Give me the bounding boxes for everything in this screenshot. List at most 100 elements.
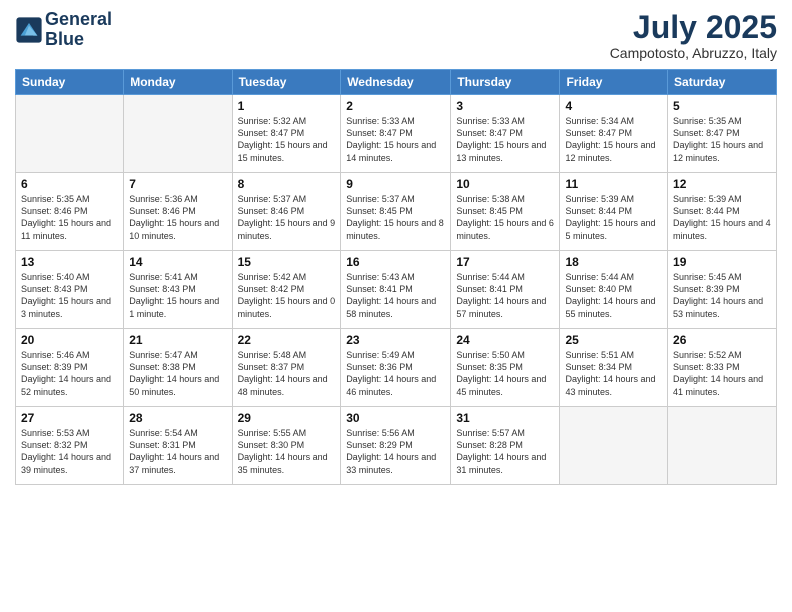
calendar-week-row: 13Sunrise: 5:40 AM Sunset: 8:43 PM Dayli… (16, 251, 777, 329)
calendar-day-cell (560, 407, 668, 485)
logo-line2: Blue (45, 30, 112, 50)
day-number: 6 (21, 177, 118, 191)
calendar-day-cell: 8Sunrise: 5:37 AM Sunset: 8:46 PM Daylig… (232, 173, 341, 251)
day-number: 27 (21, 411, 118, 425)
day-number: 23 (346, 333, 445, 347)
day-info: Sunrise: 5:44 AM Sunset: 8:40 PM Dayligh… (565, 271, 662, 320)
day-of-week-header: Thursday (451, 70, 560, 95)
day-info: Sunrise: 5:35 AM Sunset: 8:46 PM Dayligh… (21, 193, 118, 242)
calendar-day-cell: 31 Sunrise: 5:57 AM Sunset: 8:28 PM Dayli… (451, 407, 560, 485)
calendar-day-cell: 9 Sunrise: 5:37 AM Sunset: 8:45 PM Daylig… (341, 173, 451, 251)
day-info: Sunrise: 5:52 AM Sunset: 8:33 PM Dayligh… (673, 349, 771, 398)
day-info: Sunrise: 5:47 AM Sunset: 8:38 PM Dayligh… (129, 349, 226, 398)
day-of-week-header: Friday (560, 70, 668, 95)
day-info: Sunrise: 5:48 AM Sunset: 8:37 PM Dayligh… (238, 349, 336, 398)
day-number: 7 (129, 177, 226, 191)
calendar-day-cell: 2Sunrise: 5:33 AM Sunset: 8:47 PM Daylig… (341, 95, 451, 173)
calendar-day-cell: 18 Sunrise: 5:44 AM Sunset: 8:40 PM Dayli… (560, 251, 668, 329)
calendar-day-cell: 15 Sunrise: 5:42 AM Sunset: 8:42 PM Dayli… (232, 251, 341, 329)
day-number: 22 (238, 333, 336, 347)
calendar-day-cell: 20Sunrise: 5:46 AM Sunset: 8:39 PM Dayli… (16, 329, 124, 407)
day-info: Sunrise: 5:41 AM Sunset: 8:43 PM Dayligh… (129, 271, 226, 320)
month-title: July 2025 (610, 10, 777, 45)
logo-line1: General (45, 10, 112, 30)
day-info: Sunrise: 5:33 AM Sunset: 8:47 PM Dayligh… (346, 115, 445, 164)
calendar-week-row: 27 Sunrise: 5:53 AM Sunset: 8:32 PM Dayli… (16, 407, 777, 485)
logo: General Blue (15, 10, 112, 50)
day-info: Sunrise: 5:53 AM Sunset: 8:32 PM Dayligh… (21, 427, 118, 476)
day-info: Sunrise: 5:37 AM Sunset: 8:45 PM Dayligh… (346, 193, 445, 242)
calendar-day-cell: 30 Sunrise: 5:56 AM Sunset: 8:29 PM Dayli… (341, 407, 451, 485)
day-info: Sunrise: 5:38 AM Sunset: 8:45 PM Dayligh… (456, 193, 554, 242)
day-info: Sunrise: 5:42 AM Sunset: 8:42 PM Dayligh… (238, 271, 336, 320)
day-number: 17 (456, 255, 554, 269)
calendar-day-cell: 10Sunrise: 5:38 AM Sunset: 8:45 PM Dayli… (451, 173, 560, 251)
day-number: 31 (456, 411, 554, 425)
day-number: 1 (238, 99, 336, 113)
calendar-day-cell: 25Sunrise: 5:51 AM Sunset: 8:34 PM Dayli… (560, 329, 668, 407)
calendar-day-cell: 3 Sunrise: 5:33 AM Sunset: 8:47 PM Daylig… (451, 95, 560, 173)
day-info: Sunrise: 5:33 AM Sunset: 8:47 PM Dayligh… (456, 115, 554, 164)
day-number: 28 (129, 411, 226, 425)
day-number: 19 (673, 255, 771, 269)
day-number: 18 (565, 255, 662, 269)
calendar-day-cell: 26 Sunrise: 5:52 AM Sunset: 8:33 PM Dayli… (668, 329, 777, 407)
calendar-day-cell: 4Sunrise: 5:34 AM Sunset: 8:47 PM Daylig… (560, 95, 668, 173)
day-info: Sunrise: 5:44 AM Sunset: 8:41 PM Dayligh… (456, 271, 554, 320)
calendar-day-cell (16, 95, 124, 173)
day-number: 24 (456, 333, 554, 347)
day-number: 13 (21, 255, 118, 269)
day-of-week-header: Tuesday (232, 70, 341, 95)
day-number: 12 (673, 177, 771, 191)
calendar-day-cell: 7 Sunrise: 5:36 AM Sunset: 8:46 PM Daylig… (124, 173, 232, 251)
calendar: SundayMondayTuesdayWednesdayThursdayFrid… (15, 69, 777, 485)
calendar-day-cell: 5 Sunrise: 5:35 AM Sunset: 8:47 PM Daylig… (668, 95, 777, 173)
calendar-day-cell: 13Sunrise: 5:40 AM Sunset: 8:43 PM Dayli… (16, 251, 124, 329)
day-number: 11 (565, 177, 662, 191)
calendar-week-row: 1 Sunrise: 5:32 AM Sunset: 8:47 PM Daylig… (16, 95, 777, 173)
day-info: Sunrise: 5:34 AM Sunset: 8:47 PM Dayligh… (565, 115, 662, 164)
calendar-day-cell (668, 407, 777, 485)
day-number: 5 (673, 99, 771, 113)
location-subtitle: Campotosto, Abruzzo, Italy (610, 45, 777, 61)
calendar-day-cell (124, 95, 232, 173)
calendar-day-cell: 21Sunrise: 5:47 AM Sunset: 8:38 PM Dayli… (124, 329, 232, 407)
calendar-day-cell: 1 Sunrise: 5:32 AM Sunset: 8:47 PM Daylig… (232, 95, 341, 173)
day-number: 20 (21, 333, 118, 347)
header: General Blue July 2025 Campotosto, Abruz… (15, 10, 777, 61)
day-number: 14 (129, 255, 226, 269)
logo-icon (15, 16, 43, 44)
day-info: Sunrise: 5:55 AM Sunset: 8:30 PM Dayligh… (238, 427, 336, 476)
day-number: 15 (238, 255, 336, 269)
calendar-day-cell: 23 Sunrise: 5:49 AM Sunset: 8:36 PM Dayli… (341, 329, 451, 407)
day-info: Sunrise: 5:35 AM Sunset: 8:47 PM Dayligh… (673, 115, 771, 164)
calendar-day-cell: 28Sunrise: 5:54 AM Sunset: 8:31 PM Dayli… (124, 407, 232, 485)
day-info: Sunrise: 5:56 AM Sunset: 8:29 PM Dayligh… (346, 427, 445, 476)
day-info: Sunrise: 5:57 AM Sunset: 8:28 PM Dayligh… (456, 427, 554, 476)
calendar-day-cell: 24Sunrise: 5:50 AM Sunset: 8:35 PM Dayli… (451, 329, 560, 407)
day-info: Sunrise: 5:49 AM Sunset: 8:36 PM Dayligh… (346, 349, 445, 398)
logo-text: General Blue (45, 10, 112, 50)
day-number: 30 (346, 411, 445, 425)
day-info: Sunrise: 5:39 AM Sunset: 8:44 PM Dayligh… (673, 193, 771, 242)
day-number: 9 (346, 177, 445, 191)
calendar-day-cell: 16Sunrise: 5:43 AM Sunset: 8:41 PM Dayli… (341, 251, 451, 329)
calendar-day-cell: 12 Sunrise: 5:39 AM Sunset: 8:44 PM Dayli… (668, 173, 777, 251)
calendar-header-row: SundayMondayTuesdayWednesdayThursdayFrid… (16, 70, 777, 95)
calendar-day-cell: 14 Sunrise: 5:41 AM Sunset: 8:43 PM Dayli… (124, 251, 232, 329)
day-number: 3 (456, 99, 554, 113)
calendar-day-cell: 6 Sunrise: 5:35 AM Sunset: 8:46 PM Daylig… (16, 173, 124, 251)
title-block: July 2025 Campotosto, Abruzzo, Italy (610, 10, 777, 61)
day-info: Sunrise: 5:36 AM Sunset: 8:46 PM Dayligh… (129, 193, 226, 242)
day-number: 29 (238, 411, 336, 425)
day-info: Sunrise: 5:51 AM Sunset: 8:34 PM Dayligh… (565, 349, 662, 398)
day-of-week-header: Monday (124, 70, 232, 95)
page: General Blue July 2025 Campotosto, Abruz… (0, 0, 792, 612)
day-number: 16 (346, 255, 445, 269)
day-of-week-header: Saturday (668, 70, 777, 95)
day-info: Sunrise: 5:32 AM Sunset: 8:47 PM Dayligh… (238, 115, 336, 164)
calendar-day-cell: 17 Sunrise: 5:44 AM Sunset: 8:41 PM Dayli… (451, 251, 560, 329)
calendar-week-row: 6 Sunrise: 5:35 AM Sunset: 8:46 PM Daylig… (16, 173, 777, 251)
day-of-week-header: Sunday (16, 70, 124, 95)
day-number: 26 (673, 333, 771, 347)
